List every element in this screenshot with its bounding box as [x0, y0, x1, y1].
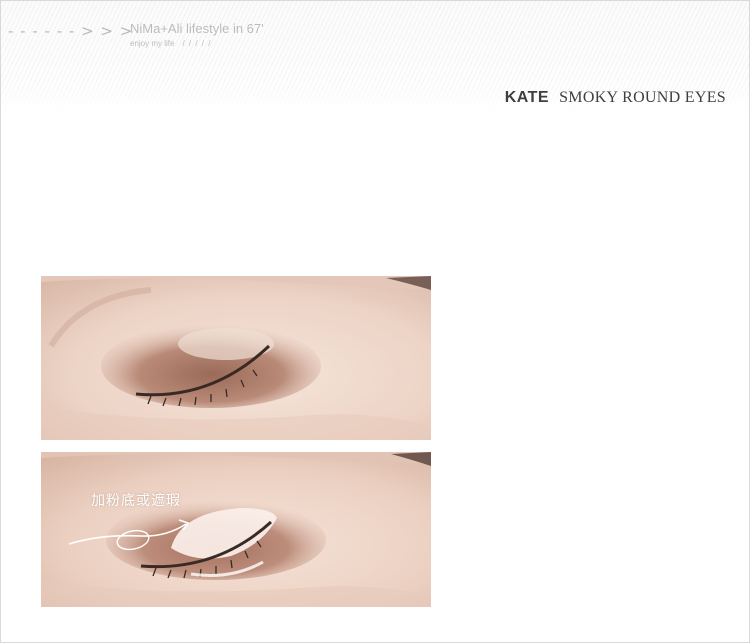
- tagline-text: enjoy my life: [130, 39, 175, 48]
- eye-illustration-2: [41, 452, 431, 607]
- product-heading: KATE SMOKY ROUND EYES: [505, 89, 726, 107]
- blog-brand-title: NiMa+Ali lifestyle in 67': [130, 21, 264, 36]
- eye-illustration-1: [41, 276, 431, 440]
- eye-photo-1: [41, 276, 431, 440]
- blog-tagline: enjoy my life / / / / /: [130, 39, 211, 48]
- tagline-slashes: / / / / /: [182, 39, 212, 48]
- eye-photo-2: 加粉底或遮瑕: [41, 452, 431, 607]
- concealer-annotation: 加粉底或遮瑕: [91, 493, 181, 509]
- arrow-decoration: - - - - - - > > >: [8, 22, 134, 40]
- product-name: SMOKY ROUND EYES: [559, 89, 726, 106]
- product-brand: KATE: [504, 89, 550, 106]
